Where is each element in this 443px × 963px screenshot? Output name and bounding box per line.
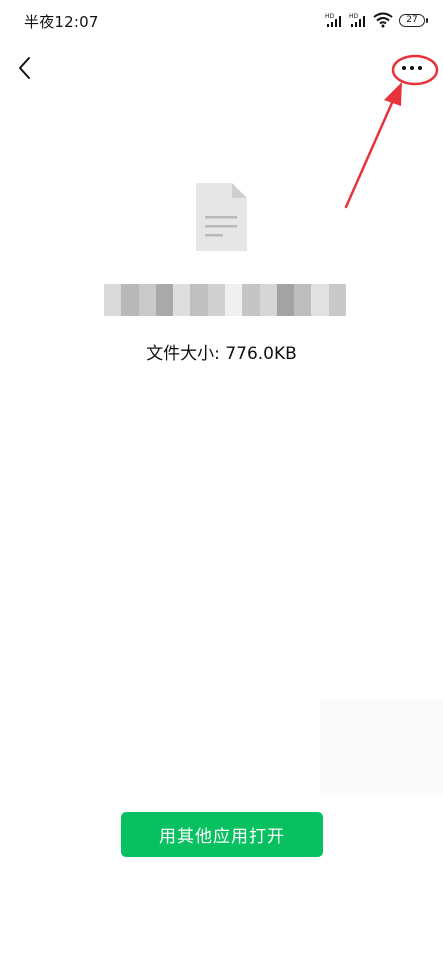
annotation-arrow-line: [344, 94, 397, 209]
chevron-left-icon: [19, 57, 30, 79]
wifi-icon: [373, 12, 393, 28]
more-options-button[interactable]: [395, 56, 429, 80]
cellular-signal-icon-2: HD: [349, 12, 367, 28]
more-dot: [410, 66, 414, 70]
file-preview-screen: 半夜12:07 HD HD 27 文件大小: 776.0KB 用其他应用打开: [0, 0, 443, 963]
open-with-other-app-button[interactable]: 用其他应用打开: [121, 812, 323, 857]
svg-text:HD: HD: [325, 13, 335, 20]
status-bar: 半夜12:07 HD HD 27: [0, 0, 443, 44]
svg-text:HD: HD: [349, 13, 359, 20]
status-time: 半夜12:07: [24, 13, 99, 31]
back-button[interactable]: [12, 52, 40, 84]
file-name-redacted: [104, 284, 346, 316]
document-icon: [194, 181, 249, 253]
file-size-label: 文件大小: 776.0KB: [146, 344, 297, 364]
more-dot: [418, 66, 422, 70]
status-icons: HD HD 27: [325, 12, 428, 28]
battery-icon: 27: [399, 13, 428, 27]
background-ghost: [320, 700, 443, 795]
cellular-signal-icon: HD: [325, 12, 343, 28]
more-dots-icon: [402, 66, 406, 70]
annotation-arrow-head: [384, 82, 402, 106]
